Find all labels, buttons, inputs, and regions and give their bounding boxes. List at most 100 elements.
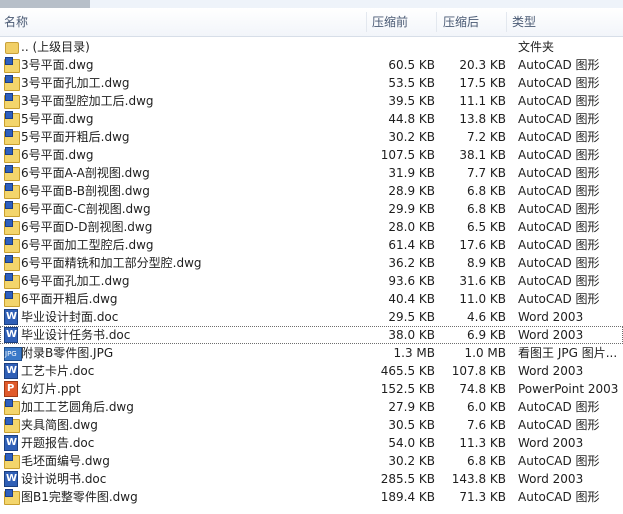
file-row[interactable]: 6平面开粗后.dwg 40.4 KB 11.0 KB AutoCAD 图形 bbox=[0, 290, 623, 308]
file-name: .. (上级目录) bbox=[21, 40, 90, 54]
column-header-type[interactable]: 类型 bbox=[512, 8, 536, 36]
word-doc-icon bbox=[4, 471, 18, 487]
file-row[interactable]: 6号平面孔加工.dwg 93.6 KB 31.6 KB AutoCAD 图形 bbox=[0, 272, 623, 290]
file-row[interactable]: 工艺卡片.doc 465.5 KB 107.8 KB Word 2003 bbox=[0, 362, 623, 380]
column-divider[interactable] bbox=[366, 12, 367, 32]
file-name: 图B1完整零件图.dwg bbox=[21, 490, 138, 504]
word-doc-icon bbox=[4, 435, 18, 451]
file-size-after: 11.1 KB bbox=[459, 94, 506, 108]
file-row[interactable]: 3号平面.dwg 60.5 KB 20.3 KB AutoCAD 图形 bbox=[0, 56, 623, 74]
dwg-file-icon bbox=[4, 273, 20, 289]
file-name: 加工工艺圆角后.dwg bbox=[21, 400, 134, 414]
file-type: Word 2003 bbox=[518, 328, 584, 342]
file-row[interactable]: 5号平面.dwg 44.8 KB 13.8 KB AutoCAD 图形 bbox=[0, 110, 623, 128]
file-size-before: 30.2 KB bbox=[388, 130, 435, 144]
file-type: Word 2003 bbox=[518, 310, 584, 324]
file-type: AutoCAD 图形 bbox=[518, 76, 600, 90]
file-size-before: 40.4 KB bbox=[388, 292, 435, 306]
column-divider[interactable] bbox=[436, 12, 437, 32]
column-header-size-after[interactable]: 压缩后 bbox=[443, 8, 479, 36]
dwg-file-icon bbox=[4, 219, 20, 235]
file-size-after: 8.9 KB bbox=[467, 256, 506, 270]
file-name: 工艺卡片.doc bbox=[21, 364, 95, 378]
file-name: 附录B零件图.JPG bbox=[21, 346, 114, 360]
column-header-name[interactable]: 名称 bbox=[4, 8, 28, 36]
file-size-after: 20.3 KB bbox=[459, 58, 506, 72]
file-row[interactable]: 6号平面A-A剖视图.dwg 31.9 KB 7.7 KB AutoCAD 图形 bbox=[0, 164, 623, 182]
file-row[interactable]: 开题报告.doc 54.0 KB 11.3 KB Word 2003 bbox=[0, 434, 623, 452]
file-type: Word 2003 bbox=[518, 436, 584, 450]
column-header: 名称 压缩前 压缩后 类型 bbox=[0, 8, 623, 37]
file-size-before: 30.5 KB bbox=[388, 418, 435, 432]
file-name: 3号平面.dwg bbox=[21, 58, 94, 72]
file-size-after: 6.8 KB bbox=[467, 202, 506, 216]
file-row[interactable]: 幻灯片.ppt 152.5 KB 74.8 KB PowerPoint 2003 bbox=[0, 380, 623, 398]
file-row[interactable]: 设计说明书.doc 285.5 KB 143.8 KB Word 2003 bbox=[0, 470, 623, 488]
dwg-file-icon bbox=[4, 255, 20, 271]
dwg-file-icon bbox=[4, 93, 20, 109]
file-size-before: 53.5 KB bbox=[388, 76, 435, 90]
file-row[interactable]: 毛坯面编号.dwg 30.2 KB 6.8 KB AutoCAD 图形 bbox=[0, 452, 623, 470]
dwg-file-icon bbox=[4, 291, 20, 307]
file-type: 文件夹 bbox=[518, 40, 555, 54]
file-size-after: 4.6 KB bbox=[467, 310, 506, 324]
toolbar-strip bbox=[0, 0, 623, 8]
file-name: 开题报告.doc bbox=[21, 436, 95, 450]
dwg-file-icon bbox=[4, 237, 20, 253]
file-row[interactable]: 6号平面.dwg 107.5 KB 38.1 KB AutoCAD 图形 bbox=[0, 146, 623, 164]
file-type: AutoCAD 图形 bbox=[518, 202, 600, 216]
toolbar-strip-light bbox=[90, 0, 623, 8]
file-row[interactable]: 5号平面开粗后.dwg 30.2 KB 7.2 KB AutoCAD 图形 bbox=[0, 128, 623, 146]
dwg-file-icon bbox=[4, 183, 20, 199]
file-name: 6号平面.dwg bbox=[21, 148, 94, 162]
file-row[interactable]: 毕业设计任务书.doc 38.0 KB 6.9 KB Word 2003 bbox=[0, 326, 623, 344]
file-size-after: 6.9 KB bbox=[467, 328, 506, 342]
file-row[interactable]: 附录B零件图.JPG 1.3 MB 1.0 MB 看图王 JPG 图片... bbox=[0, 344, 623, 362]
column-divider[interactable] bbox=[506, 12, 507, 32]
file-row[interactable]: 加工工艺圆角后.dwg 27.9 KB 6.0 KB AutoCAD 图形 bbox=[0, 398, 623, 416]
file-type: AutoCAD 图形 bbox=[518, 112, 600, 126]
file-type: AutoCAD 图形 bbox=[518, 274, 600, 288]
file-row[interactable]: 毕业设计封面.doc 29.5 KB 4.6 KB Word 2003 bbox=[0, 308, 623, 326]
file-row[interactable]: 图B1完整零件图.dwg 189.4 KB 71.3 KB AutoCAD 图形 bbox=[0, 488, 623, 506]
file-size-before: 28.9 KB bbox=[388, 184, 435, 198]
file-row[interactable]: 6号平面C-C剖视图.dwg 29.9 KB 6.8 KB AutoCAD 图形 bbox=[0, 200, 623, 218]
file-size-after: 107.8 KB bbox=[451, 364, 506, 378]
file-size-after: 11.3 KB bbox=[459, 436, 506, 450]
file-type: AutoCAD 图形 bbox=[518, 94, 600, 108]
file-size-before: 31.9 KB bbox=[388, 166, 435, 180]
word-doc-icon bbox=[4, 363, 18, 379]
file-size-before: 38.0 KB bbox=[388, 328, 435, 342]
file-size-after: 6.8 KB bbox=[467, 184, 506, 198]
file-name: 毛坯面编号.dwg bbox=[21, 454, 110, 468]
file-type: Word 2003 bbox=[518, 364, 584, 378]
dwg-file-icon bbox=[4, 147, 20, 163]
dwg-file-icon bbox=[4, 75, 20, 91]
file-name: 6号平面C-C剖视图.dwg bbox=[21, 202, 151, 216]
dwg-file-icon bbox=[4, 129, 20, 145]
file-type: 看图王 JPG 图片... bbox=[518, 346, 618, 360]
file-row[interactable]: 6号平面精铣和加工部分型腔.dwg 36.2 KB 8.9 KB AutoCAD 图形 bbox=[0, 254, 623, 272]
file-name: 5号平面.dwg bbox=[21, 112, 94, 126]
file-row[interactable]: 6号平面D-D剖视图.dwg 28.0 KB 6.5 KB AutoCAD 图形 bbox=[0, 218, 623, 236]
file-type: AutoCAD 图形 bbox=[518, 256, 600, 270]
file-row[interactable]: 3号平面孔加工.dwg 53.5 KB 17.5 KB AutoCAD 图形 bbox=[0, 74, 623, 92]
file-name: 6号平面A-A剖视图.dwg bbox=[21, 166, 150, 180]
file-row[interactable]: 3号平面型腔加工后.dwg 39.5 KB 11.1 KB AutoCAD 图形 bbox=[0, 92, 623, 110]
dwg-file-icon bbox=[4, 453, 20, 469]
file-name: 6号平面加工型腔后.dwg bbox=[21, 238, 154, 252]
file-size-after: 38.1 KB bbox=[459, 148, 506, 162]
file-name: 夹具简图.dwg bbox=[21, 418, 98, 432]
file-type: AutoCAD 图形 bbox=[518, 184, 600, 198]
file-row[interactable]: .. (上级目录) 文件夹 bbox=[0, 38, 623, 56]
file-row[interactable]: 夹具简图.dwg 30.5 KB 7.6 KB AutoCAD 图形 bbox=[0, 416, 623, 434]
file-row[interactable]: 6号平面加工型腔后.dwg 61.4 KB 17.6 KB AutoCAD 图形 bbox=[0, 236, 623, 254]
file-name: 毕业设计任务书.doc bbox=[21, 328, 131, 342]
file-size-after: 6.5 KB bbox=[467, 220, 506, 234]
file-name: 3号平面型腔加工后.dwg bbox=[21, 94, 154, 108]
file-row[interactable]: 6号平面B-B剖视图.dwg 28.9 KB 6.8 KB AutoCAD 图形 bbox=[0, 182, 623, 200]
column-header-size-before[interactable]: 压缩前 bbox=[372, 8, 408, 36]
word-doc-icon bbox=[4, 309, 18, 325]
file-type: AutoCAD 图形 bbox=[518, 238, 600, 252]
file-name: 6平面开粗后.dwg bbox=[21, 292, 118, 306]
